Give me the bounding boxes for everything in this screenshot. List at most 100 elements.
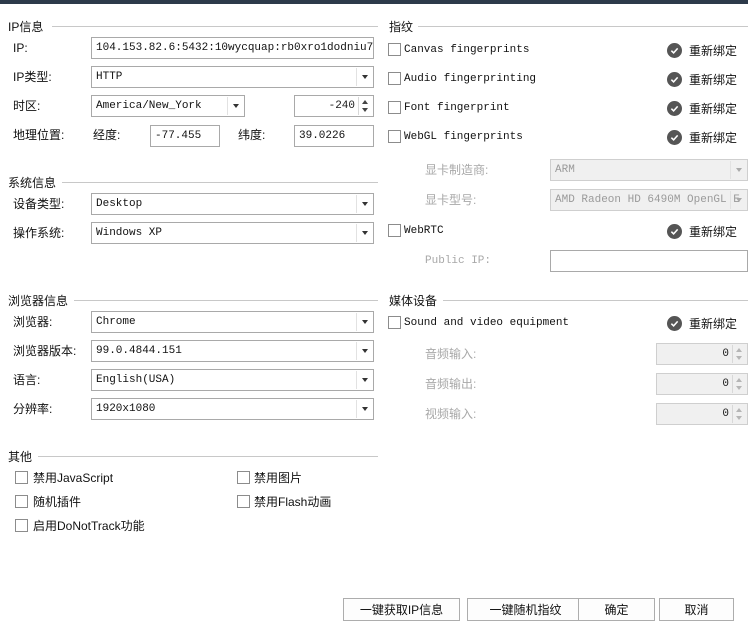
disable-js-checkbox[interactable] — [15, 471, 28, 484]
ip-label: IP: — [13, 41, 28, 55]
chevron-down-icon[interactable] — [730, 161, 746, 179]
chevron-down-icon[interactable] — [356, 400, 372, 418]
webgl-checkbox[interactable] — [388, 130, 401, 143]
check-circle-icon[interactable] — [667, 72, 682, 87]
canvas-checkbox[interactable] — [388, 43, 401, 56]
sound-video-label: Sound and video equipment — [404, 317, 570, 329]
chevron-down-icon[interactable] — [356, 313, 372, 331]
webgl-label: WebGL fingerprints — [404, 131, 523, 143]
gpu-model-select[interactable]: AMD Radeon HD 6490M OpenGL E — [550, 189, 748, 211]
ip-value: 104.153.82.6:5432:10wycquap:rb0xro1dodni… — [96, 42, 374, 54]
sound-video-rebind-label[interactable]: 重新绑定 — [689, 317, 737, 331]
chevron-down-icon[interactable] — [730, 191, 746, 209]
timezone-value: America/New_York — [96, 100, 202, 112]
disable-flash-checkbox[interactable] — [237, 495, 250, 508]
disable-flash-label: 禁用Flash动画 — [254, 495, 332, 509]
public-ip-label: Public IP: — [425, 255, 492, 267]
chevron-down-icon[interactable] — [356, 224, 372, 242]
audio-output-spinner[interactable]: 0 — [656, 373, 748, 395]
device-type-label: 设备类型: — [13, 197, 65, 211]
check-circle-icon[interactable] — [667, 43, 682, 58]
longitude-label: 经度: — [93, 128, 121, 142]
os-label: 操作系统: — [13, 226, 65, 240]
language-label: 语言: — [13, 373, 41, 387]
longitude-input[interactable]: -77.455 — [150, 125, 220, 147]
random-plugins-checkbox[interactable] — [15, 495, 28, 508]
cancel-button[interactable]: 取消 — [659, 598, 734, 621]
device-type-value: Desktop — [96, 198, 143, 210]
check-circle-icon[interactable] — [667, 130, 682, 145]
enable-dnt-label: 启用DoNotTrack功能 — [33, 519, 145, 533]
os-select[interactable]: Windows XP — [91, 222, 374, 244]
chevron-down-icon[interactable] — [356, 68, 372, 86]
language-select[interactable]: English(USA) — [91, 369, 374, 391]
webrtc-checkbox[interactable] — [388, 224, 401, 237]
ip-type-value: HTTP — [96, 71, 123, 83]
get-ip-info-button[interactable]: 一键获取IP信息 — [343, 598, 460, 621]
fingerprint-divider — [418, 26, 748, 27]
check-circle-icon[interactable] — [667, 224, 682, 239]
spinner-arrows-icon[interactable] — [732, 375, 746, 393]
font-checkbox[interactable] — [388, 101, 401, 114]
browser-label: 浏览器: — [13, 315, 53, 329]
browser-version-select[interactable]: 99.0.4844.151 — [91, 340, 374, 362]
ip-type-select[interactable]: HTTP — [91, 66, 374, 88]
webrtc-rebind-label[interactable]: 重新绑定 — [689, 225, 737, 239]
gpu-model-value: AMD Radeon HD 6490M OpenGL E — [555, 194, 740, 206]
other-section-title: 其他 — [8, 450, 33, 464]
canvas-rebind-label[interactable]: 重新绑定 — [689, 44, 737, 58]
system-info-section-title: 系统信息 — [8, 176, 57, 190]
timezone-offset-value: -240 — [328, 100, 355, 112]
enable-dnt-checkbox[interactable] — [15, 519, 28, 532]
latitude-input[interactable]: 39.0226 — [294, 125, 374, 147]
longitude-value: -77.455 — [155, 130, 202, 142]
ip-info-divider — [52, 26, 378, 27]
gpu-vendor-label: 显卡制造商: — [425, 163, 489, 177]
spinner-arrows-icon[interactable] — [732, 405, 746, 423]
language-value: English(USA) — [96, 374, 176, 386]
browser-info-divider — [74, 300, 378, 301]
disable-js-label: 禁用JavaScript — [33, 471, 114, 485]
disable-images-label: 禁用图片 — [254, 471, 303, 485]
timezone-select[interactable]: America/New_York — [91, 95, 245, 117]
random-plugins-label: 随机插件 — [33, 495, 82, 509]
other-divider — [38, 456, 378, 457]
ok-button[interactable]: 确定 — [578, 598, 655, 621]
check-circle-icon[interactable] — [667, 316, 682, 331]
disable-images-checkbox[interactable] — [237, 471, 250, 484]
browser-value: Chrome — [96, 316, 136, 328]
resolution-select[interactable]: 1920x1080 — [91, 398, 374, 420]
public-ip-input[interactable] — [550, 250, 748, 272]
random-fingerprint-button[interactable]: 一键随机指纹 — [467, 598, 584, 621]
audio-output-value: 0 — [722, 378, 729, 390]
geo-label: 地理位置: — [13, 128, 65, 142]
ip-info-section-title: IP信息 — [8, 20, 44, 34]
chevron-down-icon[interactable] — [227, 97, 243, 115]
chevron-down-icon[interactable] — [356, 342, 372, 360]
font-rebind-label[interactable]: 重新绑定 — [689, 102, 737, 116]
audio-checkbox[interactable] — [388, 72, 401, 85]
timezone-offset-spinner[interactable]: -240 — [294, 95, 374, 117]
gpu-vendor-select[interactable]: ARM — [550, 159, 748, 181]
webgl-rebind-label[interactable]: 重新绑定 — [689, 131, 737, 145]
latitude-value: 39.0226 — [299, 130, 346, 142]
sound-video-checkbox[interactable] — [388, 316, 401, 329]
check-circle-icon[interactable] — [667, 101, 682, 116]
audio-input-spinner[interactable]: 0 — [656, 343, 748, 365]
chevron-down-icon[interactable] — [356, 195, 372, 213]
resolution-label: 分辨率: — [13, 402, 53, 416]
device-type-select[interactable]: Desktop — [91, 193, 374, 215]
spinner-arrows-icon[interactable] — [732, 345, 746, 363]
video-input-spinner[interactable]: 0 — [656, 403, 748, 425]
audio-rebind-label[interactable]: 重新绑定 — [689, 73, 737, 87]
browser-select[interactable]: Chrome — [91, 311, 374, 333]
ip-input[interactable]: 104.153.82.6:5432:10wycquap:rb0xro1dodni… — [91, 37, 374, 59]
audio-input-label: 音频输入: — [425, 347, 477, 361]
browser-version-label: 浏览器版本: — [13, 344, 77, 358]
browser-version-value: 99.0.4844.151 — [96, 345, 182, 357]
spinner-arrows-icon[interactable] — [358, 97, 372, 115]
latitude-label: 纬度: — [238, 128, 266, 142]
chevron-down-icon[interactable] — [356, 371, 372, 389]
audio-input-value: 0 — [722, 348, 729, 360]
audio-label: Audio fingerprinting — [404, 73, 537, 85]
